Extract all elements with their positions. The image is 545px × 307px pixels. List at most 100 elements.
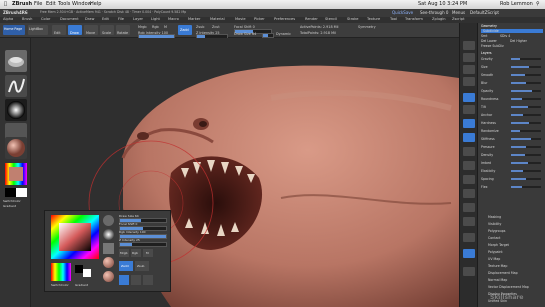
setting-row-blur[interactable]: Blur xyxy=(481,81,543,85)
stroke-button[interactable] xyxy=(5,75,27,97)
menus-toggle[interactable]: Menus xyxy=(452,10,465,15)
setting-row-flex[interactable]: Flex xyxy=(481,185,543,189)
os-menu-edit[interactable]: Edit xyxy=(46,1,56,7)
popup-mrgb[interactable]: Mrgb xyxy=(119,249,129,257)
zadd-toggle[interactable]: Zadd xyxy=(178,25,192,35)
os-menu-window[interactable]: Window xyxy=(72,1,92,7)
smt-toggle[interactable]: Smt xyxy=(481,34,487,38)
menu-texture[interactable]: Texture xyxy=(367,17,380,21)
setting-slider[interactable] xyxy=(511,98,541,100)
popup-material-icon[interactable] xyxy=(103,257,114,268)
hue-strip[interactable] xyxy=(51,263,71,281)
popup-move-icon[interactable] xyxy=(143,275,153,285)
color-picker-popup[interactable] xyxy=(51,215,99,259)
persp-icon[interactable] xyxy=(463,93,475,102)
del-lower-button[interactable]: Del Lower xyxy=(481,39,497,43)
scroll-icon[interactable] xyxy=(463,41,475,50)
freeze-subdiv-button[interactable]: Freeze SubDiv xyxy=(481,44,504,48)
popup-main-color[interactable] xyxy=(75,265,83,273)
actual-icon[interactable] xyxy=(463,65,475,74)
setting-slider[interactable] xyxy=(511,186,541,188)
home-page-button[interactable]: Home Page xyxy=(3,25,25,35)
menu-stroke[interactable]: Stroke xyxy=(347,17,358,21)
dynamic-toggle[interactable]: Dynamic xyxy=(276,32,291,36)
menu-macro[interactable]: Macro xyxy=(168,17,179,21)
menu-file[interactable]: File xyxy=(118,17,124,21)
setting-row-spacing[interactable]: Spacing xyxy=(481,177,543,181)
setting-row-smooth[interactable]: Smooth xyxy=(481,73,543,77)
menu-brush[interactable]: Brush xyxy=(22,17,32,21)
os-menu-help[interactable]: Help xyxy=(90,1,101,7)
color-picker-swatch[interactable] xyxy=(5,163,27,185)
frame-icon[interactable] xyxy=(463,147,475,156)
menu-light[interactable]: Light xyxy=(151,17,160,21)
setting-row-elasticity[interactable]: Elasticity xyxy=(481,169,543,173)
rotate-icon[interactable] xyxy=(463,189,475,198)
setting-slider[interactable] xyxy=(511,178,541,180)
zsub-toggle[interactable]: Zsub xyxy=(196,25,204,29)
rotate-button[interactable]: Rotate xyxy=(116,25,130,35)
setting-row-density[interactable]: Density xyxy=(481,153,543,157)
setting-slider[interactable] xyxy=(511,58,541,60)
default-zscript-button[interactable]: DefaultZScript xyxy=(470,10,499,15)
menu-render[interactable]: Render xyxy=(305,17,318,21)
setting-row-tilt[interactable]: Tilt xyxy=(481,105,543,109)
switch-color-button[interactable]: SwitchColor xyxy=(3,199,21,203)
standard-brush-button[interactable] xyxy=(5,50,27,72)
subpalette-morph-target[interactable]: Morph Target xyxy=(488,243,509,247)
popup-material2-icon[interactable] xyxy=(103,271,114,282)
xpose-icon[interactable] xyxy=(463,267,475,276)
setting-slider[interactable] xyxy=(511,74,541,76)
menu-material[interactable]: Material xyxy=(210,17,225,21)
zcut-toggle[interactable]: Zcut xyxy=(212,25,220,29)
setting-row-randomize[interactable]: Randomize xyxy=(481,129,543,133)
subpalette-displacement-map[interactable]: Displacement Map xyxy=(488,271,518,275)
menu-document[interactable]: Document xyxy=(60,17,79,21)
gradient-toggle[interactable]: Gradient xyxy=(3,204,16,208)
setting-slider[interactable] xyxy=(511,90,541,92)
setting-row-gravity[interactable]: Gravity xyxy=(481,57,543,61)
menu-zplugin[interactable]: Zplugin xyxy=(432,17,446,21)
setting-row-hardness[interactable]: Hardness xyxy=(481,121,543,125)
menu-layer[interactable]: Layer xyxy=(133,17,143,21)
setting-row-opacity[interactable]: Opacity xyxy=(481,89,543,93)
os-app-name[interactable]: ZBrush xyxy=(12,1,32,7)
main-color[interactable] xyxy=(5,188,16,197)
setting-slider[interactable] xyxy=(511,66,541,68)
rgb-toggle[interactable]: Rgb xyxy=(152,25,159,29)
secondary-color[interactable] xyxy=(16,188,27,197)
menu-preferences[interactable]: Preferences xyxy=(274,17,295,21)
geometry-header[interactable]: Geometry xyxy=(481,24,497,28)
setting-slider[interactable] xyxy=(511,170,541,172)
popup-brush-icon[interactable] xyxy=(103,215,114,226)
setting-slider[interactable] xyxy=(511,122,541,124)
subpalette-polygroups[interactable]: Polygroups xyxy=(488,229,505,233)
symmetry-toggle[interactable]: Symmetry xyxy=(358,25,376,29)
menu-picker[interactable]: Picker xyxy=(254,17,265,21)
spotlight-search-icon[interactable]: ⚲ xyxy=(536,1,540,7)
local-icon[interactable] xyxy=(463,119,475,128)
setting-row-roundness[interactable]: Roundness xyxy=(481,97,543,101)
move-button[interactable]: Move xyxy=(84,25,98,35)
draw-button[interactable]: Draw xyxy=(68,25,82,35)
menu-transform[interactable]: Transform xyxy=(405,17,423,21)
edit-button[interactable]: Edit xyxy=(52,25,66,35)
xyz-icon[interactable] xyxy=(463,133,475,142)
menu-alpha[interactable]: Alpha xyxy=(3,17,13,21)
subpalette-normal-map[interactable]: Normal Map xyxy=(488,278,507,282)
solo-icon[interactable] xyxy=(463,249,475,258)
del-higher-button[interactable]: Del Higher xyxy=(510,39,527,43)
subpalette-masking[interactable]: Masking xyxy=(488,215,501,219)
subpalette-texture-map[interactable]: Texture Map xyxy=(488,264,507,268)
setting-slider[interactable] xyxy=(511,130,541,132)
popup-switch-color[interactable]: SwitchColor xyxy=(51,283,69,287)
setting-slider[interactable] xyxy=(511,138,541,140)
menu-movie[interactable]: Movie xyxy=(235,17,246,21)
m-toggle[interactable]: M xyxy=(164,25,167,29)
zoom-icon[interactable] xyxy=(463,53,475,62)
setting-slider[interactable] xyxy=(511,82,541,84)
material-button[interactable] xyxy=(5,137,27,159)
popup-z-slider[interactable] xyxy=(119,242,167,247)
menu-zscript[interactable]: Zscript xyxy=(452,17,464,21)
popup-gradient[interactable]: Gradient xyxy=(75,283,88,287)
